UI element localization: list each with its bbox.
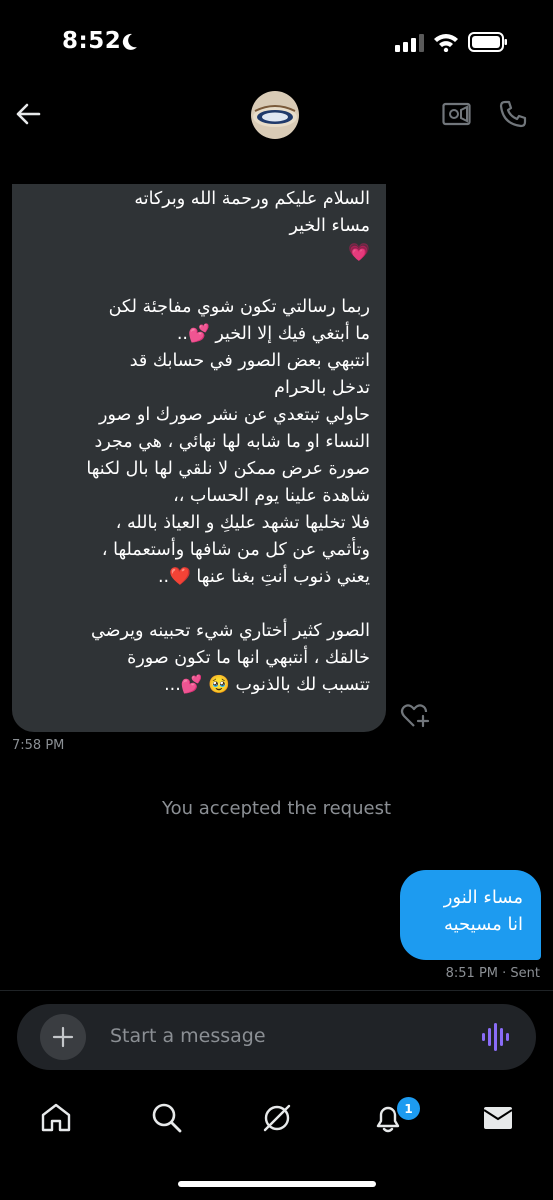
contact-name-redacted — [193, 148, 343, 168]
grok-icon[interactable] — [261, 1102, 293, 1134]
incoming-message-bubble[interactable]: السلام عليكم ورحمة الله وبركاته مساء الخ… — [12, 184, 386, 732]
outgoing-message-text: مساء النور انا مسيحيه — [443, 887, 523, 935]
battery-icon — [468, 32, 507, 52]
home-icon[interactable] — [40, 1102, 72, 1134]
back-arrow-icon[interactable] — [14, 100, 42, 128]
home-indicator — [178, 1181, 376, 1187]
video-call-icon[interactable] — [442, 101, 472, 127]
notification-badge: 1 — [395, 1095, 422, 1122]
incoming-message-text: السلام عليكم ورحمة الله وبركاته مساء الخ… — [86, 189, 370, 695]
status-bar: 8:52 — [0, 0, 553, 80]
cellular-signal-icon — [395, 34, 424, 52]
outgoing-message-bubble[interactable]: مساء النور انا مسيحيه — [400, 870, 541, 960]
moon-icon — [122, 33, 137, 50]
avatar[interactable] — [251, 91, 299, 139]
voice-message-icon[interactable] — [481, 1022, 509, 1052]
plus-icon — [52, 1026, 74, 1048]
add-reaction-icon[interactable] — [400, 702, 430, 730]
wifi-icon — [434, 34, 458, 52]
messages-mail-icon[interactable] — [482, 1102, 514, 1134]
outgoing-timestamp: 8:51 PM · Sent — [445, 966, 540, 981]
system-message: You accepted the request — [161, 798, 392, 819]
incoming-timestamp: 7:58 PM — [12, 738, 65, 753]
phone-call-icon[interactable] — [499, 100, 527, 128]
message-composer[interactable]: Start a message — [17, 1004, 536, 1070]
add-attachment-button[interactable] — [40, 1014, 86, 1060]
status-time: 8:52 — [62, 28, 122, 54]
search-icon[interactable] — [151, 1102, 183, 1134]
message-input[interactable]: Start a message — [110, 1025, 266, 1047]
divider — [0, 990, 553, 991]
